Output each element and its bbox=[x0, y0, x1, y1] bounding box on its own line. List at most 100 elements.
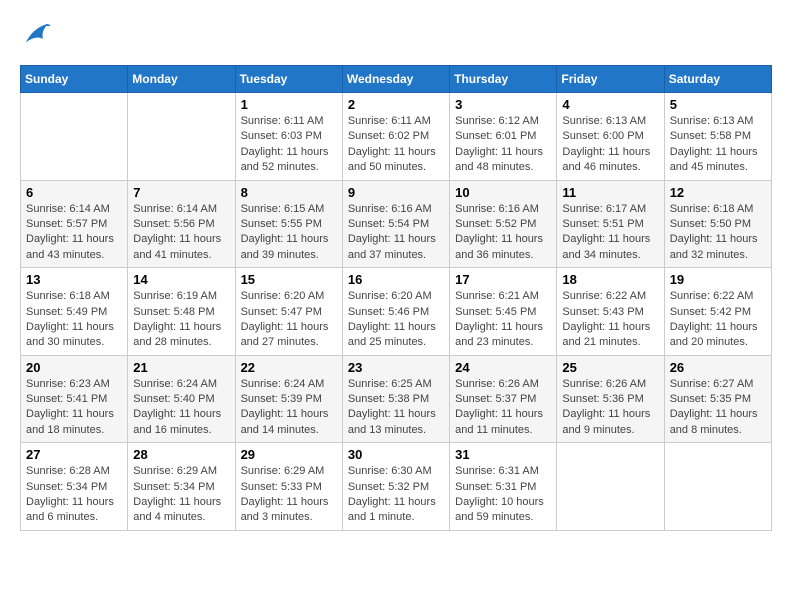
calendar-day-cell: 4Sunrise: 6:13 AM Sunset: 6:00 PM Daylig… bbox=[557, 93, 664, 181]
day-info: Sunrise: 6:29 AM Sunset: 5:33 PM Dayligh… bbox=[241, 464, 337, 526]
day-number: 12 bbox=[670, 185, 766, 200]
calendar-day-cell: 1 Sunrise: 6:11 AM Sunset: 6:03 PM Daylig… bbox=[235, 93, 342, 181]
day-of-week-header: Friday bbox=[557, 66, 664, 93]
calendar-table: SundayMondayTuesdayWednesdayThursdayFrid… bbox=[20, 65, 772, 531]
day-of-week-header: Sunday bbox=[21, 66, 128, 93]
day-info: Sunrise: 6:11 AM Sunset: 6:02 PM Dayligh… bbox=[348, 114, 444, 176]
calendar-day-cell: 2 Sunrise: 6:11 AM Sunset: 6:02 PM Daylig… bbox=[342, 93, 449, 181]
day-info: Sunrise: 6:20 AM Sunset: 5:46 PM Dayligh… bbox=[348, 289, 444, 351]
calendar-day-cell: 28 Sunrise: 6:29 AM Sunset: 5:34 PM Dayli… bbox=[128, 443, 235, 531]
calendar-day-cell bbox=[128, 93, 235, 181]
calendar-day-cell: 25Sunrise: 6:26 AM Sunset: 5:36 PM Dayli… bbox=[557, 355, 664, 443]
day-info: Sunrise: 6:29 AM Sunset: 5:34 PM Dayligh… bbox=[133, 464, 229, 526]
day-info: Sunrise: 6:26 AM Sunset: 5:37 PM Dayligh… bbox=[455, 377, 551, 439]
day-number: 27 bbox=[26, 447, 122, 462]
day-number: 2 bbox=[348, 97, 444, 112]
calendar-week-row: 20 Sunrise: 6:23 AM Sunset: 5:41 PM Dayli… bbox=[21, 355, 772, 443]
day-of-week-header: Tuesday bbox=[235, 66, 342, 93]
day-number: 22 bbox=[241, 360, 337, 375]
day-info: Sunrise: 6:27 AM Sunset: 5:35 PM Dayligh… bbox=[670, 377, 766, 439]
day-number: 21 bbox=[133, 360, 229, 375]
day-info: Sunrise: 6:23 AM Sunset: 5:41 PM Dayligh… bbox=[26, 377, 122, 439]
day-number: 30 bbox=[348, 447, 444, 462]
day-number: 9 bbox=[348, 185, 444, 200]
calendar-day-cell: 15 Sunrise: 6:20 AM Sunset: 5:47 PM Dayli… bbox=[235, 268, 342, 356]
calendar-week-row: 13 Sunrise: 6:18 AM Sunset: 5:49 PM Dayli… bbox=[21, 268, 772, 356]
calendar-day-cell: 23 Sunrise: 6:25 AM Sunset: 5:38 PM Dayli… bbox=[342, 355, 449, 443]
calendar-week-row: 1 Sunrise: 6:11 AM Sunset: 6:03 PM Daylig… bbox=[21, 93, 772, 181]
day-info: Sunrise: 6:22 AM Sunset: 5:42 PM Dayligh… bbox=[670, 289, 766, 351]
calendar-day-cell: 27 Sunrise: 6:28 AM Sunset: 5:34 PM Dayli… bbox=[21, 443, 128, 531]
day-info: Sunrise: 6:28 AM Sunset: 5:34 PM Dayligh… bbox=[26, 464, 122, 526]
calendar-header-row: SundayMondayTuesdayWednesdayThursdayFrid… bbox=[21, 66, 772, 93]
page-header bbox=[20, 20, 772, 55]
day-number: 25 bbox=[562, 360, 658, 375]
day-number: 24 bbox=[455, 360, 551, 375]
day-number: 16 bbox=[348, 272, 444, 287]
calendar-day-cell: 5 Sunrise: 6:13 AM Sunset: 5:58 PM Daylig… bbox=[664, 93, 771, 181]
calendar-day-cell: 13 Sunrise: 6:18 AM Sunset: 5:49 PM Dayli… bbox=[21, 268, 128, 356]
day-number: 1 bbox=[241, 97, 337, 112]
calendar-day-cell: 14 Sunrise: 6:19 AM Sunset: 5:48 PM Dayli… bbox=[128, 268, 235, 356]
day-number: 18 bbox=[562, 272, 658, 287]
calendar-day-cell: 31 Sunrise: 6:31 AM Sunset: 5:31 PM Dayli… bbox=[450, 443, 557, 531]
day-info: Sunrise: 6:18 AM Sunset: 5:50 PM Dayligh… bbox=[670, 202, 766, 264]
day-info: Sunrise: 6:19 AM Sunset: 5:48 PM Dayligh… bbox=[133, 289, 229, 351]
day-of-week-header: Saturday bbox=[664, 66, 771, 93]
day-number: 28 bbox=[133, 447, 229, 462]
day-number: 7 bbox=[133, 185, 229, 200]
calendar-day-cell: 17Sunrise: 6:21 AM Sunset: 5:45 PM Dayli… bbox=[450, 268, 557, 356]
calendar-day-cell: 12 Sunrise: 6:18 AM Sunset: 5:50 PM Dayli… bbox=[664, 180, 771, 268]
day-info: Sunrise: 6:13 AM Sunset: 5:58 PM Dayligh… bbox=[670, 114, 766, 176]
calendar-day-cell: 26 Sunrise: 6:27 AM Sunset: 5:35 PM Dayli… bbox=[664, 355, 771, 443]
day-info: Sunrise: 6:31 AM Sunset: 5:31 PM Dayligh… bbox=[455, 464, 551, 526]
day-info: Sunrise: 6:20 AM Sunset: 5:47 PM Dayligh… bbox=[241, 289, 337, 351]
day-number: 4 bbox=[562, 97, 658, 112]
day-info: Sunrise: 6:30 AM Sunset: 5:32 PM Dayligh… bbox=[348, 464, 444, 526]
calendar-day-cell: 11 Sunrise: 6:17 AM Sunset: 5:51 PM Dayli… bbox=[557, 180, 664, 268]
calendar-day-cell: 30 Sunrise: 6:30 AM Sunset: 5:32 PM Dayli… bbox=[342, 443, 449, 531]
day-number: 6 bbox=[26, 185, 122, 200]
day-info: Sunrise: 6:24 AM Sunset: 5:40 PM Dayligh… bbox=[133, 377, 229, 439]
day-info: Sunrise: 6:17 AM Sunset: 5:51 PM Dayligh… bbox=[562, 202, 658, 264]
day-info: Sunrise: 6:12 AM Sunset: 6:01 PM Dayligh… bbox=[455, 114, 551, 176]
day-info: Sunrise: 6:21 AM Sunset: 5:45 PM Dayligh… bbox=[455, 289, 551, 351]
calendar-day-cell: 20 Sunrise: 6:23 AM Sunset: 5:41 PM Dayli… bbox=[21, 355, 128, 443]
day-info: Sunrise: 6:11 AM Sunset: 6:03 PM Dayligh… bbox=[241, 114, 337, 176]
calendar-day-cell: 10Sunrise: 6:16 AM Sunset: 5:52 PM Dayli… bbox=[450, 180, 557, 268]
day-number: 8 bbox=[241, 185, 337, 200]
calendar-day-cell: 24 Sunrise: 6:26 AM Sunset: 5:37 PM Dayli… bbox=[450, 355, 557, 443]
calendar-day-cell: 29 Sunrise: 6:29 AM Sunset: 5:33 PM Dayli… bbox=[235, 443, 342, 531]
day-info: Sunrise: 6:14 AM Sunset: 5:57 PM Dayligh… bbox=[26, 202, 122, 264]
day-number: 23 bbox=[348, 360, 444, 375]
day-number: 26 bbox=[670, 360, 766, 375]
calendar-day-cell: 3Sunrise: 6:12 AM Sunset: 6:01 PM Daylig… bbox=[450, 93, 557, 181]
day-info: Sunrise: 6:22 AM Sunset: 5:43 PM Dayligh… bbox=[562, 289, 658, 351]
day-number: 11 bbox=[562, 185, 658, 200]
day-number: 14 bbox=[133, 272, 229, 287]
calendar-week-row: 6 Sunrise: 6:14 AM Sunset: 5:57 PM Daylig… bbox=[21, 180, 772, 268]
calendar-day-cell: 21 Sunrise: 6:24 AM Sunset: 5:40 PM Dayli… bbox=[128, 355, 235, 443]
day-info: Sunrise: 6:25 AM Sunset: 5:38 PM Dayligh… bbox=[348, 377, 444, 439]
calendar-day-cell: 9 Sunrise: 6:16 AM Sunset: 5:54 PM Daylig… bbox=[342, 180, 449, 268]
logo bbox=[20, 20, 52, 55]
calendar-day-cell: 7 Sunrise: 6:14 AM Sunset: 5:56 PM Daylig… bbox=[128, 180, 235, 268]
day-number: 15 bbox=[241, 272, 337, 287]
logo-bird-icon bbox=[22, 20, 52, 50]
day-number: 29 bbox=[241, 447, 337, 462]
calendar-day-cell: 18 Sunrise: 6:22 AM Sunset: 5:43 PM Dayli… bbox=[557, 268, 664, 356]
day-info: Sunrise: 6:18 AM Sunset: 5:49 PM Dayligh… bbox=[26, 289, 122, 351]
calendar-day-cell: 6 Sunrise: 6:14 AM Sunset: 5:57 PM Daylig… bbox=[21, 180, 128, 268]
calendar-day-cell bbox=[664, 443, 771, 531]
day-info: Sunrise: 6:15 AM Sunset: 5:55 PM Dayligh… bbox=[241, 202, 337, 264]
calendar-day-cell: 16 Sunrise: 6:20 AM Sunset: 5:46 PM Dayli… bbox=[342, 268, 449, 356]
day-number: 20 bbox=[26, 360, 122, 375]
day-number: 13 bbox=[26, 272, 122, 287]
day-info: Sunrise: 6:14 AM Sunset: 5:56 PM Dayligh… bbox=[133, 202, 229, 264]
day-of-week-header: Monday bbox=[128, 66, 235, 93]
day-number: 10 bbox=[455, 185, 551, 200]
calendar-day-cell: 19Sunrise: 6:22 AM Sunset: 5:42 PM Dayli… bbox=[664, 268, 771, 356]
day-number: 5 bbox=[670, 97, 766, 112]
day-info: Sunrise: 6:16 AM Sunset: 5:54 PM Dayligh… bbox=[348, 202, 444, 264]
day-number: 31 bbox=[455, 447, 551, 462]
